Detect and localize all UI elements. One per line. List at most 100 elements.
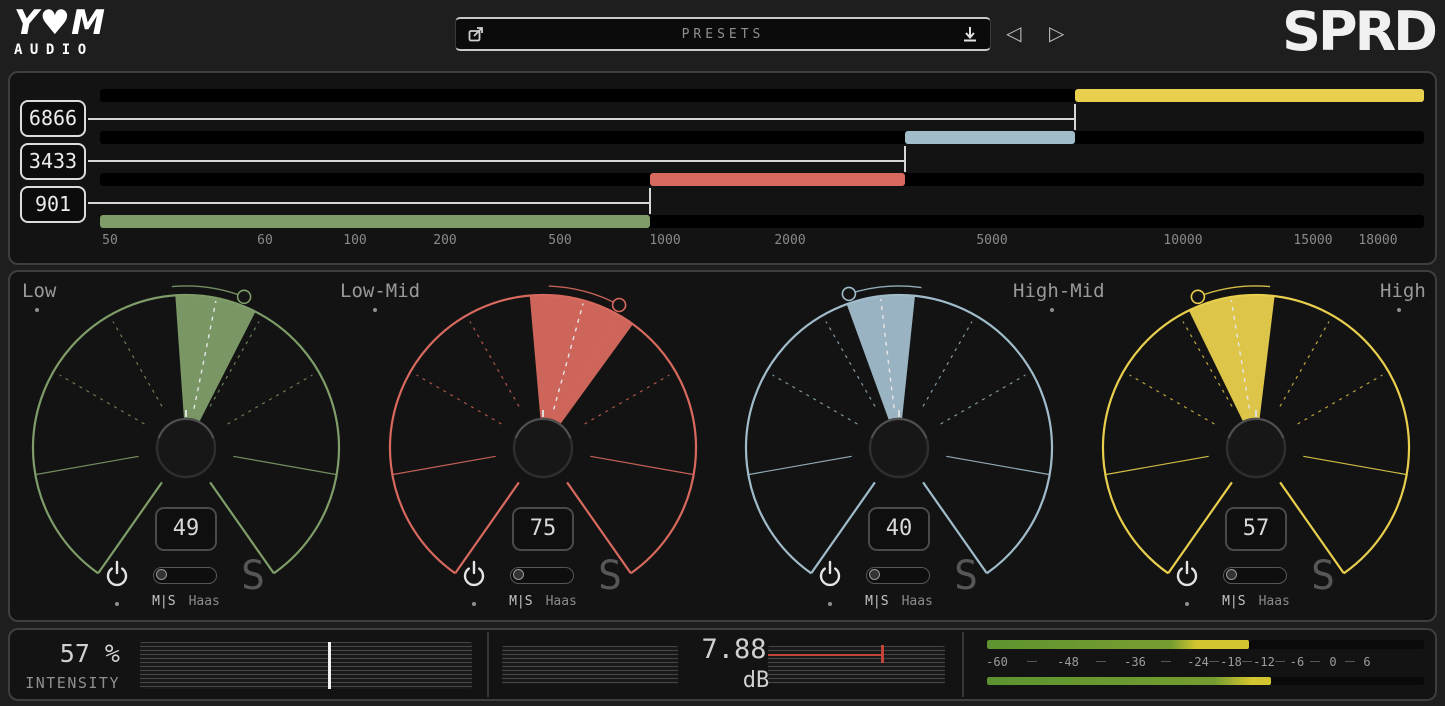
low-ms-label[interactable]: M|S xyxy=(152,594,175,609)
crossover-freq-2[interactable]: 3433 xyxy=(20,143,86,180)
meter-fill-right xyxy=(987,677,1271,685)
power-icon xyxy=(1174,560,1200,588)
high-mid-power-button[interactable] xyxy=(817,560,843,588)
high-ms-label[interactable]: M|S xyxy=(1222,594,1245,609)
high-ms-haas-toggle[interactable] xyxy=(1223,567,1287,584)
high-mid-solo-button[interactable]: S xyxy=(954,554,978,598)
meter-scale-6: 6 xyxy=(1347,655,1387,669)
high-mid-band-bar[interactable] xyxy=(100,131,1424,144)
crossover-line-3 xyxy=(88,202,650,204)
low-band-segment[interactable] xyxy=(100,215,650,228)
meter-scale--48: -48 xyxy=(1048,655,1088,669)
crossover-handle-3[interactable] xyxy=(649,188,651,214)
presets-label[interactable]: PRESETS xyxy=(456,27,990,42)
high-mid-power-dot xyxy=(828,602,832,606)
db-indicator-line xyxy=(768,654,884,656)
footer-divider-2 xyxy=(962,632,964,697)
toggle-knob[interactable] xyxy=(869,569,880,580)
low-width-value[interactable]: 49 xyxy=(155,507,217,551)
meter-scale-tick xyxy=(1275,661,1285,662)
next-preset-button[interactable]: ▷ xyxy=(1049,22,1064,44)
yum-audio-logo: Y♥M AUDIO xyxy=(14,6,106,58)
crossover-handle-1[interactable] xyxy=(1074,104,1076,130)
bands-panel: Low 49 M|S Haas S Low-Mid 75 xyxy=(8,270,1437,622)
db-value: 7.88 xyxy=(664,634,804,665)
db-slider-left[interactable] xyxy=(502,646,678,684)
toggle-knob[interactable] xyxy=(513,569,524,580)
high-haas-label[interactable]: Haas xyxy=(1259,594,1290,609)
axis-label-500: 500 xyxy=(530,233,590,248)
power-icon xyxy=(104,560,130,588)
crossover-handle-2[interactable] xyxy=(904,146,906,172)
spectrum-panel: 6866 3433 901 50 60 100 200 500 1000 200… xyxy=(8,71,1437,265)
low-mid-power-button[interactable] xyxy=(461,560,487,588)
meter-scale-tick xyxy=(1096,661,1106,662)
low-mid-band-bar[interactable] xyxy=(100,173,1424,186)
low-haas-label[interactable]: Haas xyxy=(189,594,220,609)
high-mid-width-value[interactable]: 40 xyxy=(868,507,930,551)
low-power-button[interactable] xyxy=(104,560,130,588)
low-ms-haas-toggle[interactable] xyxy=(153,567,217,584)
crossover-line-2 xyxy=(88,160,905,162)
logo-yum: Y♥M xyxy=(14,6,106,40)
db-unit-label: dB xyxy=(686,668,826,693)
intensity-slider-handle[interactable] xyxy=(328,642,331,689)
high-mid-ms-haas-toggle[interactable] xyxy=(866,567,930,584)
axis-label-15000: 15000 xyxy=(1283,233,1343,248)
meter-scale-tick xyxy=(1209,661,1219,662)
high-mid-band-segment[interactable] xyxy=(905,131,1075,144)
toggle-knob[interactable] xyxy=(156,569,167,580)
output-meter-right xyxy=(987,677,1424,685)
axis-label-18000: 18000 xyxy=(1348,233,1408,248)
power-icon xyxy=(461,560,487,588)
db-indicator-handle[interactable] xyxy=(881,645,884,663)
high-band-segment[interactable] xyxy=(1075,89,1424,102)
meter-scale--60: -60 xyxy=(977,655,1017,669)
low-mid-ms-label[interactable]: M|S xyxy=(509,594,532,609)
presets-bar[interactable]: PRESETS xyxy=(455,17,991,51)
low-mid-band-segment[interactable] xyxy=(650,173,905,186)
low-solo-button[interactable]: S xyxy=(241,554,265,598)
toggle-knob[interactable] xyxy=(1226,569,1237,580)
logo-audio: AUDIO xyxy=(14,42,106,58)
low-power-dot xyxy=(115,602,119,606)
sprd-plugin-window: Y♥M AUDIO PRESETS ◁ ▷ SPRD xyxy=(0,0,1445,706)
meter-scale-tick xyxy=(1345,661,1355,662)
axis-label-50: 50 xyxy=(80,233,140,248)
meter-scale-tick xyxy=(1242,661,1252,662)
low-mid-ms-haas-toggle[interactable] xyxy=(510,567,574,584)
sprd-logo: SPRD xyxy=(1282,2,1435,62)
intensity-label: INTENSITY xyxy=(20,674,120,692)
meter-scale--6: -6 xyxy=(1277,655,1317,669)
intensity-slider[interactable] xyxy=(140,642,472,689)
high-band-bar[interactable] xyxy=(100,89,1424,102)
high-width-value[interactable]: 57 xyxy=(1225,507,1287,551)
axis-label-200: 200 xyxy=(415,233,475,248)
crossover-line-1 xyxy=(88,118,1075,120)
meter-fill-left xyxy=(987,640,1249,649)
axis-label-10000: 10000 xyxy=(1153,233,1213,248)
high-power-dot xyxy=(1185,602,1189,606)
footer-divider-1 xyxy=(487,632,489,697)
meter-scale-tick xyxy=(1027,661,1037,662)
intensity-value: 57 % xyxy=(20,639,120,668)
low-mid-width-value[interactable]: 75 xyxy=(512,507,574,551)
meter-scale-tick xyxy=(1161,661,1171,662)
high-mid-ms-label[interactable]: M|S xyxy=(865,594,888,609)
meter-scale-tick xyxy=(1310,661,1320,662)
high-power-button[interactable] xyxy=(1174,560,1200,588)
high-mid-haas-label[interactable]: Haas xyxy=(902,594,933,609)
high-solo-button[interactable]: S xyxy=(1311,554,1335,598)
low-mid-haas-label[interactable]: Haas xyxy=(546,594,577,609)
footer-panel: 57 % INTENSITY 7.88 dB -60 -48 -36 -24 -… xyxy=(8,628,1437,701)
prev-preset-button[interactable]: ◁ xyxy=(1006,22,1021,44)
crossover-freq-3[interactable]: 901 xyxy=(20,186,86,223)
axis-label-1000: 1000 xyxy=(635,233,695,248)
low-mid-power-dot xyxy=(472,602,476,606)
axis-label-2000: 2000 xyxy=(760,233,820,248)
axis-label-100: 100 xyxy=(325,233,385,248)
axis-label-5000: 5000 xyxy=(962,233,1022,248)
low-band-bar[interactable] xyxy=(100,215,1424,228)
crossover-freq-1[interactable]: 6866 xyxy=(20,100,86,137)
low-mid-solo-button[interactable]: S xyxy=(598,554,622,598)
